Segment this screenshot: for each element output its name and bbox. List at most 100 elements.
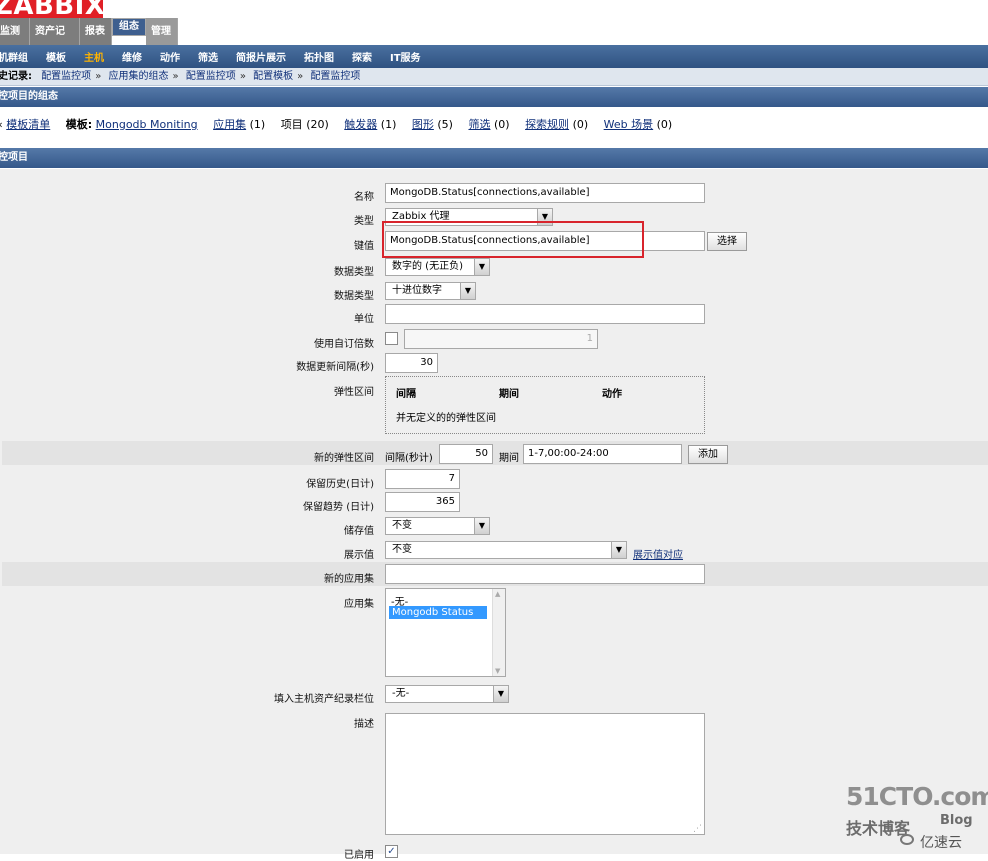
name-label: 名称 [354,192,374,203]
subnav-templates[interactable]: 模板 [37,49,75,64]
inventory-label: 填入主机资产纪录栏位 [274,694,374,705]
show-value-select[interactable]: 不变 ▼ [385,541,627,559]
tab-reports[interactable]: 报表 [80,18,112,45]
units-input[interactable] [385,304,705,324]
subnav-it-services[interactable]: IT服务 [381,49,430,64]
chevron-down-icon: ▼ [460,283,475,299]
watermark-yisuyun: 亿速云 [920,835,962,851]
trends-keep-label: 保留趋势 (日计) [303,502,374,513]
highlight-box [382,221,644,258]
applications-listbox[interactable]: -无- Mongodb Status ▲ ▼ [385,588,506,677]
store-value-select[interactable]: 不变 ▼ [385,517,490,535]
history-keep-label: 保留历史(日计) [306,479,374,490]
store-value-label: 储存值 [344,526,374,537]
section-title: 监控项目的组态 [0,91,58,102]
inventory-select[interactable]: -无- ▼ [385,685,509,703]
data-type-select[interactable]: 十进位数字 ▼ [385,282,476,300]
items-label: 项目 [280,118,303,131]
listbox-scrollbar[interactable]: ▲ ▼ [492,589,505,676]
history-link[interactable]: 应用集的组态 [109,71,169,82]
applications-link[interactable]: 应用集 [213,118,246,131]
main-tabs: 监测中 资产记录 报表 组态 管理 [0,18,178,64]
flex-header-action: 动作 [602,389,622,400]
flex-header-interval: 间隔 [396,389,416,400]
key-label: 键值 [354,241,374,252]
history-link[interactable]: 配置监控项 [186,71,236,82]
new-flex-period-label: 期间 [499,453,519,464]
template-list-link[interactable]: 模板清单 [6,118,50,131]
subnav-maps[interactable]: 拓扑图 [295,49,343,64]
value-map-link[interactable]: 展示值对应 [633,546,683,561]
history-keep-input[interactable]: 7 [385,469,460,489]
new-flex-label: 新的弹性区间 [314,453,374,464]
flex-header-period: 期间 [499,389,519,400]
new-flex-row-shade [2,441,988,465]
multiplier-input[interactable]: 1 [404,329,598,349]
delay-input[interactable]: 30 [385,353,438,373]
flex-label: 弹性区间 [334,387,374,398]
trends-keep-input[interactable]: 365 [385,492,460,512]
web-scenarios-link[interactable]: Web 场景 [604,118,653,131]
watermark-blog: Blog [940,813,973,828]
subnav-hosts[interactable]: 主机 [75,49,113,64]
template-name-link[interactable]: Mongodb Moniting [96,118,198,131]
tab-inventory[interactable]: 资产记录 [30,18,80,64]
history-link[interactable]: 配置监控项 [310,71,360,82]
zabbix-logo[interactable]: ZABBIX [0,0,103,18]
screens-link[interactable]: 筛选 [468,118,490,131]
data-type-label: 数据类型 [334,291,374,302]
cloud-logo-icon [900,834,914,845]
history-link[interactable]: 配置监控项 [41,71,91,82]
chevron-down-icon: ▼ [474,518,489,534]
select-key-button[interactable]: 选择 [707,232,747,251]
graphs-link[interactable]: 图形 [412,118,434,131]
multiplier-checkbox[interactable] [385,332,398,345]
subnav-maintenance[interactable]: 维修 [113,49,151,64]
new-app-input[interactable] [385,564,705,584]
subnav-actions[interactable]: 动作 [151,49,189,64]
triggers-link[interactable]: 触发器 [344,118,377,131]
discovery-rules-link[interactable]: 探索规则 [525,118,569,131]
info-type-label: 数据类型 [334,267,374,278]
flex-intervals-table: 间隔 期间 动作 并无定义的的弹性区间 [385,376,705,434]
application-option-selected[interactable]: Mongodb Status [389,606,487,619]
applications-label: 应用集 [344,599,374,610]
chevron-down-icon: ▼ [611,542,626,558]
history-breadcrumb: 历史记录: 配置监控项» 应用集的组态» 配置监控项» 配置模板» 配置监控项 [0,68,988,86]
chevron-down-icon: ▼ [493,686,508,702]
new-flex-period-input[interactable]: 1-7,00:00-24:00 [523,444,682,464]
chevron-down-icon: ▼ [474,259,489,275]
enabled-checkbox[interactable]: ✓ [385,845,398,858]
subnav-slides[interactable]: 简报片展示 [227,49,295,64]
subnav-discovery[interactable]: 探索 [343,49,381,64]
watermark-51cto: 51CTO.com [846,782,988,811]
sub-navigation: 主机群组 模板 主机 维修 动作 筛选 简报片展示 拓扑图 探索 IT服务 [0,45,988,68]
template-label: 模板: [65,118,93,131]
form-header: 监控项目 [0,152,28,163]
units-label: 单位 [354,314,374,325]
subnav-screens[interactable]: 筛选 [189,49,227,64]
history-label: 历史记录: [0,71,32,82]
delay-label: 数据更新间隔(秒) [296,362,374,373]
tab-administration[interactable]: 管理 [146,18,178,45]
form-header-bar: 监控项目 [0,148,988,168]
tab-configuration[interactable]: 组态 [112,18,146,36]
logo-text: ZABBIX [0,0,103,18]
description-textarea[interactable]: ⋰ [385,713,705,835]
subnav-host-groups[interactable]: 主机群组 [0,49,37,64]
history-link[interactable]: 配置模板 [253,71,293,82]
template-navigation: « 模板清单 模板: Mongodb Moniting 应用集 (1) 项目 (… [0,118,673,131]
type-label: 类型 [354,216,374,227]
multiplier-label: 使用自订倍数 [314,339,374,350]
tab-monitoring[interactable]: 监测中 [0,18,30,64]
section-title-bar: 监控项目的组态 [0,87,988,107]
show-value-label: 展示值 [344,550,374,561]
new-app-label: 新的应用集 [324,574,374,585]
info-type-select[interactable]: 数字的 (无正负) ▼ [385,258,490,276]
description-label: 描述 [354,719,374,730]
new-flex-interval-label: 间隔(秒计) [385,453,433,464]
add-flex-button[interactable]: 添加 [688,445,728,464]
new-flex-interval-input[interactable]: 50 [439,444,493,464]
resize-handle-icon[interactable]: ⋰ [693,824,702,834]
name-input[interactable]: MongoDB.Status[connections,available] [385,183,705,203]
